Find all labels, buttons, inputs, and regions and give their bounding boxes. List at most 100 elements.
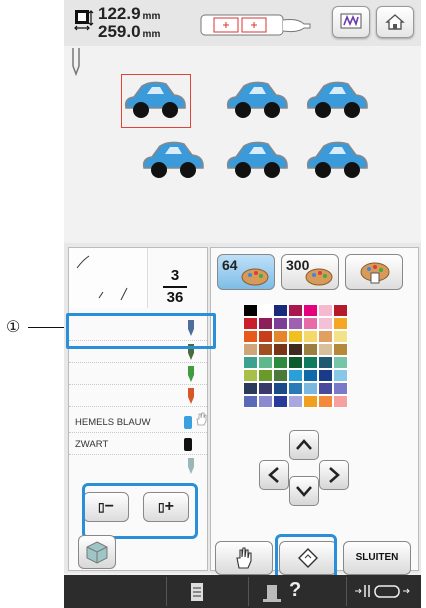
color-swatch[interactable] bbox=[333, 304, 348, 317]
color-swatch[interactable] bbox=[318, 343, 333, 356]
arrow-right-button[interactable] bbox=[319, 460, 349, 490]
color-swatch[interactable] bbox=[333, 382, 348, 395]
cube-icon bbox=[86, 541, 108, 564]
color-swatch[interactable] bbox=[318, 395, 333, 408]
thread-spool-icon bbox=[188, 366, 194, 382]
hand-button[interactable] bbox=[215, 541, 273, 575]
chevron-left-icon bbox=[268, 467, 279, 483]
hand-icon bbox=[196, 412, 207, 426]
car-design-6 bbox=[306, 141, 368, 178]
color-swatch[interactable] bbox=[333, 343, 348, 356]
color-swatch[interactable] bbox=[243, 317, 258, 330]
tab-300-colors[interactable]: 300 bbox=[281, 254, 339, 290]
thread-buttons-highlight bbox=[82, 483, 198, 539]
color-swatch[interactable] bbox=[243, 369, 258, 382]
color-swatch[interactable] bbox=[273, 330, 288, 343]
thread-row-3[interactable] bbox=[69, 364, 207, 385]
color-swatch[interactable] bbox=[333, 356, 348, 369]
color-swatch[interactable] bbox=[303, 317, 318, 330]
width-unit: mm bbox=[142, 11, 161, 22]
color-swatch[interactable] bbox=[333, 395, 348, 408]
color-swatch[interactable] bbox=[258, 356, 273, 369]
color-swatch[interactable] bbox=[288, 369, 303, 382]
3d-view-button[interactable] bbox=[78, 535, 116, 569]
thread-counter: 3 36 bbox=[155, 268, 195, 306]
color-change-button[interactable] bbox=[332, 6, 370, 38]
car-design-3 bbox=[306, 81, 368, 118]
color-swatch[interactable] bbox=[333, 317, 348, 330]
chevron-down-icon bbox=[296, 486, 312, 497]
thread-name: HEMELS BLAUW bbox=[75, 417, 151, 428]
arrow-left-button[interactable] bbox=[259, 460, 289, 490]
color-swatch[interactable] bbox=[303, 369, 318, 382]
embroidery-preview[interactable] bbox=[64, 46, 421, 241]
color-swatch[interactable] bbox=[258, 343, 273, 356]
color-swatch[interactable] bbox=[258, 369, 273, 382]
thread-row-7[interactable] bbox=[69, 456, 207, 476]
color-swatch[interactable] bbox=[303, 356, 318, 369]
close-button[interactable]: SLUITEN bbox=[343, 541, 411, 575]
color-swatch[interactable] bbox=[288, 317, 303, 330]
color-swatch[interactable] bbox=[303, 395, 318, 408]
color-swatch[interactable] bbox=[243, 343, 258, 356]
color-swatch[interactable] bbox=[258, 330, 273, 343]
color-swatch[interactable] bbox=[258, 304, 273, 317]
help-button[interactable]: ? bbox=[248, 577, 319, 606]
home-button[interactable] bbox=[376, 6, 414, 38]
color-swatch[interactable] bbox=[243, 330, 258, 343]
color-swatch[interactable] bbox=[318, 356, 333, 369]
tab-64-colors[interactable]: 64 bbox=[217, 254, 275, 290]
presser-foot-button[interactable] bbox=[346, 577, 421, 606]
color-swatch[interactable] bbox=[318, 369, 333, 382]
thread-row-5[interactable]: HEMELS BLAUW bbox=[69, 412, 207, 433]
color-swatch[interactable] bbox=[318, 317, 333, 330]
color-swatch[interactable] bbox=[243, 382, 258, 395]
color-swatch[interactable] bbox=[273, 317, 288, 330]
color-swatch[interactable] bbox=[273, 356, 288, 369]
height-unit: mm bbox=[142, 29, 161, 40]
color-swatch[interactable] bbox=[288, 395, 303, 408]
design-dimensions: 122.9 mm 259.0 mm bbox=[98, 5, 161, 42]
color-swatch[interactable] bbox=[288, 330, 303, 343]
car-design-4 bbox=[142, 141, 204, 178]
color-swatch[interactable] bbox=[288, 382, 303, 395]
color-swatch[interactable] bbox=[273, 343, 288, 356]
bottom-bar: ? bbox=[64, 575, 421, 608]
color-swatch[interactable] bbox=[273, 304, 288, 317]
color-swatch[interactable] bbox=[318, 330, 333, 343]
sewing-machine-icon bbox=[263, 585, 281, 602]
color-swatch[interactable] bbox=[273, 395, 288, 408]
color-palette-icon bbox=[340, 13, 362, 29]
color-swatch[interactable] bbox=[273, 382, 288, 395]
color-swatch[interactable] bbox=[273, 369, 288, 382]
color-swatch[interactable] bbox=[288, 356, 303, 369]
thread-row-4[interactable] bbox=[69, 386, 207, 407]
color-swatch[interactable] bbox=[243, 356, 258, 369]
arrow-down-button[interactable] bbox=[289, 476, 319, 506]
color-swatch[interactable] bbox=[303, 304, 318, 317]
color-swatch[interactable] bbox=[303, 343, 318, 356]
color-swatch[interactable] bbox=[333, 330, 348, 343]
color-swatch[interactable] bbox=[288, 343, 303, 356]
arrow-up-button[interactable] bbox=[289, 430, 319, 460]
color-swatch[interactable] bbox=[318, 304, 333, 317]
color-swatch[interactable] bbox=[258, 395, 273, 408]
car-design-5 bbox=[226, 141, 288, 178]
tab-custom-palette[interactable] bbox=[345, 254, 403, 290]
needle-position-icon bbox=[72, 48, 80, 77]
custom-palette-icon bbox=[360, 262, 390, 284]
color-swatch[interactable] bbox=[258, 382, 273, 395]
thread-row-6[interactable]: ZWART bbox=[69, 434, 207, 455]
color-swatch[interactable] bbox=[318, 382, 333, 395]
color-swatch[interactable] bbox=[258, 317, 273, 330]
size-icon bbox=[74, 10, 94, 31]
color-swatch[interactable] bbox=[288, 304, 303, 317]
callout-line bbox=[28, 327, 68, 328]
color-swatch[interactable] bbox=[333, 369, 348, 382]
thread-info-button[interactable] bbox=[166, 577, 223, 606]
top-bar: 122.9 mm 259.0 mm bbox=[64, 0, 421, 47]
color-swatch[interactable] bbox=[243, 395, 258, 408]
color-swatch[interactable] bbox=[243, 304, 258, 317]
color-swatch[interactable] bbox=[303, 330, 318, 343]
color-swatch[interactable] bbox=[303, 382, 318, 395]
